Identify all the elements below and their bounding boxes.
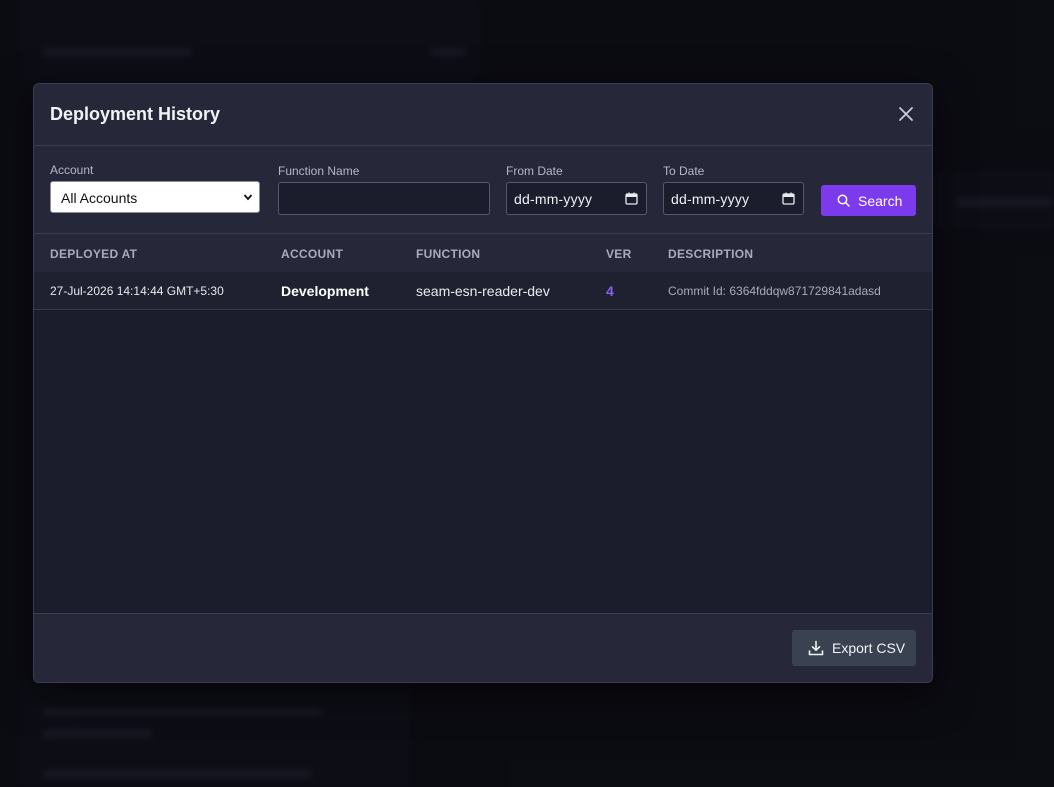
modal-header: Deployment History: [34, 84, 932, 146]
download-icon: [808, 640, 824, 656]
cell-description: Commit Id: 6364fddqw871729841adasd: [668, 284, 881, 298]
modal-footer: Export CSV: [34, 613, 932, 682]
export-csv-button[interactable]: Export CSV: [792, 630, 916, 666]
modal-title: Deployment History: [50, 104, 221, 124]
cell-version: 4: [606, 283, 614, 299]
cell-function: seam-esn-reader-dev: [416, 283, 550, 299]
account-select[interactable]: All Accounts: [50, 181, 260, 213]
deployment-history-modal: Deployment History Account All Accounts …: [33, 83, 933, 683]
table-header: DEPLOYED AT ACCOUNT FUNCTION VER DESCRIP…: [34, 234, 932, 272]
to-date-label: To Date: [663, 164, 705, 178]
to-date-value: dd-mm-yyyy: [671, 191, 750, 207]
column-header-ver: VER: [606, 247, 632, 261]
calendar-icon[interactable]: [782, 192, 795, 205]
cell-deployed-at: 27-Jul-2026 14:14:44 GMT+5:30: [50, 284, 224, 298]
column-header-deployed-at: DEPLOYED AT: [50, 247, 138, 261]
function-name-input[interactable]: [278, 182, 490, 215]
close-button[interactable]: [896, 104, 916, 124]
account-select-value: All Accounts: [61, 190, 138, 206]
column-header-function: FUNCTION: [416, 247, 481, 261]
search-button-label: Search: [858, 193, 903, 209]
from-date-value: dd-mm-yyyy: [514, 191, 593, 207]
from-date-input[interactable]: dd-mm-yyyy: [506, 182, 647, 215]
search-button[interactable]: Search: [821, 185, 916, 216]
column-header-account: ACCOUNT: [281, 247, 344, 261]
account-label: Account: [50, 163, 94, 177]
calendar-icon[interactable]: [625, 192, 638, 205]
cell-account: Development: [281, 283, 369, 299]
export-csv-label: Export CSV: [832, 640, 906, 656]
function-name-label: Function Name: [278, 164, 360, 178]
close-icon: [899, 107, 913, 121]
from-date-label: From Date: [506, 164, 563, 178]
chevron-down-icon: [243, 194, 253, 201]
to-date-input[interactable]: dd-mm-yyyy: [663, 182, 804, 215]
table-row[interactable]: 27-Jul-2026 14:14:44 GMT+5:30 Developmen…: [34, 272, 932, 310]
column-header-description: DESCRIPTION: [668, 247, 754, 261]
search-icon: [837, 194, 850, 207]
